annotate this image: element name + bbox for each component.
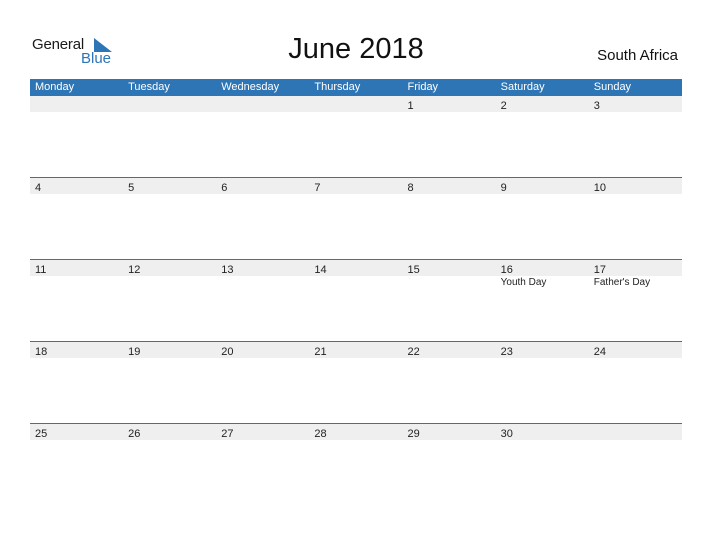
day-cell: 12 — [123, 260, 216, 276]
day-cell: 24 — [589, 342, 682, 358]
holiday-label: Father's Day — [593, 277, 651, 288]
day-cell: 30 — [496, 424, 589, 440]
day-cell: 2 — [496, 96, 589, 112]
weekday-wednesday: Wednesday — [221, 81, 280, 93]
day-cell: 16 — [496, 260, 589, 276]
day-number: 29 — [407, 428, 420, 440]
day-number: 28 — [314, 428, 327, 440]
date-strip: 11 12 13 14 15 16 17 — [30, 260, 682, 276]
date-strip: 25 26 27 28 29 30 — [30, 424, 682, 440]
day-cell: 17 — [589, 260, 682, 276]
weekday-saturday: Saturday — [500, 81, 545, 93]
day-cell: 28 — [309, 424, 402, 440]
day-cell — [589, 424, 682, 440]
day-cell: 4 — [30, 178, 123, 194]
day-number: 23 — [500, 346, 513, 358]
weekday-monday: Monday — [35, 81, 75, 93]
day-cell: 27 — [216, 424, 309, 440]
day-cell — [216, 96, 309, 112]
day-number: 30 — [500, 428, 513, 440]
day-cell: 19 — [123, 342, 216, 358]
country-label: South Africa — [597, 47, 678, 64]
day-number: 13 — [221, 264, 234, 276]
day-cell: 1 — [403, 96, 496, 112]
day-number: 6 — [221, 182, 228, 194]
day-number: 11 — [35, 264, 47, 276]
week-row: 25 26 27 28 29 30 — [30, 423, 682, 505]
week-row: 18 19 20 21 22 23 24 — [30, 341, 682, 423]
weekday-header: Monday Tuesday Wednesday Thursday Friday Satu… — [30, 79, 682, 96]
day-number: 14 — [314, 264, 327, 276]
day-cell: 15 — [403, 260, 496, 276]
week-row: 11 12 13 14 15 16 17 Youth Day Father's Day — [30, 259, 682, 341]
day-cell: 5 — [123, 178, 216, 194]
day-number: 17 — [593, 264, 606, 276]
events-row: Youth Day Father's Day — [30, 276, 682, 290]
day-cell: 7 — [309, 178, 402, 194]
date-strip: 18 19 20 21 22 23 24 — [30, 342, 682, 358]
week-row: 1 2 3 — [30, 96, 682, 177]
holiday-label: Youth Day — [500, 277, 547, 288]
day-cell: 26 — [123, 424, 216, 440]
calendar-grid: Monday Tuesday Wednesday Thursday Friday Satu… — [30, 79, 682, 505]
weekday-friday: Friday — [407, 81, 439, 93]
day-number: 12 — [128, 264, 141, 276]
day-number: 19 — [128, 346, 141, 358]
day-cell: 18 — [30, 342, 123, 358]
day-number: 27 — [221, 428, 234, 440]
holiday-label — [309, 276, 402, 290]
day-number: 16 — [500, 264, 513, 276]
weekday-sunday: Sunday — [593, 81, 632, 93]
day-number: 24 — [593, 346, 606, 358]
day-cell: 10 — [589, 178, 682, 194]
day-cell: 9 — [496, 178, 589, 194]
day-cell: 20 — [216, 342, 309, 358]
day-number: 20 — [221, 346, 234, 358]
day-number: 4 — [35, 182, 42, 194]
day-cell: 6 — [216, 178, 309, 194]
week-row: 4 5 6 7 8 9 10 — [30, 177, 682, 259]
day-number: 1 — [407, 100, 414, 112]
day-cell: 25 — [30, 424, 123, 440]
day-number: 10 — [593, 182, 606, 194]
day-number: 21 — [314, 346, 327, 358]
day-number: 7 — [314, 182, 321, 194]
day-cell: 3 — [589, 96, 682, 112]
day-number: 3 — [593, 100, 600, 112]
day-number: 25 — [35, 428, 48, 440]
day-cell: 8 — [403, 178, 496, 194]
day-cell: 13 — [216, 260, 309, 276]
weekday-tuesday: Tuesday — [128, 81, 170, 93]
day-cell: 11 — [30, 260, 123, 276]
day-cell: 22 — [403, 342, 496, 358]
day-number: 18 — [35, 346, 48, 358]
holiday-label — [216, 276, 309, 290]
day-cell: 21 — [309, 342, 402, 358]
day-cell — [123, 96, 216, 112]
day-number: 15 — [407, 264, 420, 276]
day-number: 2 — [500, 100, 507, 112]
weekday-thursday: Thursday — [314, 81, 361, 93]
day-number: 22 — [407, 346, 420, 358]
date-strip: 4 5 6 7 8 9 10 — [30, 178, 682, 194]
day-number: 8 — [407, 182, 414, 194]
day-cell: 23 — [496, 342, 589, 358]
day-cell — [309, 96, 402, 112]
day-number: 9 — [500, 182, 507, 194]
holiday-label — [30, 276, 123, 290]
day-cell: 14 — [309, 260, 402, 276]
day-cell: 29 — [403, 424, 496, 440]
day-number: 26 — [128, 428, 141, 440]
holiday-label — [123, 276, 216, 290]
day-number: 5 — [128, 182, 135, 194]
date-strip: 1 2 3 — [30, 96, 682, 112]
day-cell — [30, 96, 123, 112]
holiday-label — [403, 276, 496, 290]
